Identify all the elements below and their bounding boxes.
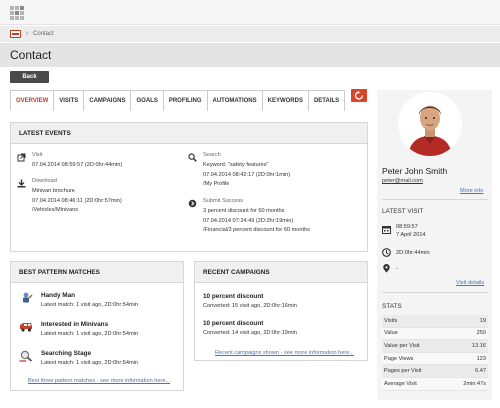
latest-visit-datetime: 08:59:57 7 April 2014 bbox=[396, 223, 426, 239]
tab-details[interactable]: DETAILS bbox=[307, 90, 346, 111]
latest-visit-date: 7 April 2014 bbox=[396, 232, 426, 238]
pattern-matches-more-link[interactable]: Best three pattern matches - see more in… bbox=[28, 378, 170, 384]
more-info-link[interactable]: More info bbox=[460, 188, 483, 194]
stat-value: 19 bbox=[479, 317, 486, 324]
searching-stage-icon bbox=[19, 350, 33, 362]
tab-keywords[interactable]: KEYWORDS bbox=[261, 90, 309, 111]
event-submit: Submit Success 3 percent discount for 60… bbox=[203, 197, 310, 236]
latest-events-heading: LATEST EVENTS bbox=[11, 123, 367, 144]
profile-name: Peter John Smith bbox=[382, 166, 448, 176]
stats-heading: STATS bbox=[382, 303, 402, 310]
pattern-matches-panel: BEST PATTERN MATCHES Handy Man Latest ma… bbox=[10, 261, 184, 391]
event-download-time: 07.04.2014 08:46:11 (2D:0hr:57min) bbox=[32, 197, 122, 204]
refresh-icon bbox=[354, 91, 363, 100]
calendar-icon bbox=[382, 226, 391, 234]
sidebar-divider bbox=[382, 199, 488, 200]
minivan-icon bbox=[20, 323, 32, 332]
submit-success-icon bbox=[188, 199, 197, 208]
event-visit-time: 07.04.2014 08:59:57 (2D:0hr:44min) bbox=[32, 161, 123, 168]
event-download-path: /Vehicles/Minivans bbox=[32, 207, 79, 214]
event-submit-time: 07.04.2014 07:24:49 (2D:2hr:19min) bbox=[203, 217, 294, 224]
download-icon bbox=[17, 179, 26, 188]
event-search: Search Keyword: "safety features" 07.04.… bbox=[203, 151, 290, 190]
stat-label: Average Visit bbox=[384, 380, 417, 387]
tab-campaigns[interactable]: CAMPAIGNS bbox=[83, 90, 132, 111]
stat-row: Pages per Visit 6.47 bbox=[382, 365, 488, 378]
event-search-time: 07.04.2014 08:42:17 (2D:0hr:1min) bbox=[203, 171, 291, 178]
stat-value: 123 bbox=[476, 355, 486, 362]
latest-visit-duration: 2D:0hr:44min bbox=[396, 250, 430, 256]
campaign-title[interactable]: 10 percent discount bbox=[203, 293, 263, 300]
tab-overview[interactable]: OVERVIEW bbox=[10, 90, 55, 111]
event-download-title: Minivan brochure bbox=[32, 187, 75, 194]
tab-profiling[interactable]: PROFILING bbox=[162, 90, 208, 111]
visit-icon bbox=[17, 153, 26, 162]
event-download-label: Download bbox=[32, 178, 57, 184]
pattern-match-sub: Latest match: 1 visit ago, 2D:0hr:54min bbox=[41, 331, 139, 337]
sidebar-divider bbox=[382, 292, 488, 293]
stat-label: Pages per Visit bbox=[384, 368, 422, 375]
latest-visit-time: 08:59:57 bbox=[396, 224, 418, 230]
back-button[interactable]: Back bbox=[10, 71, 49, 83]
stats-table: Visits 19 Value 250 Value per Visit 13.16 P… bbox=[382, 315, 488, 391]
breadcrumb bbox=[0, 26, 500, 42]
pattern-matches-heading: BEST PATTERN MATCHES bbox=[11, 262, 183, 283]
stat-value: 2min:47s bbox=[463, 380, 486, 387]
campaign-sub: Converted: 14 visit ago, 2D:0hr:19min bbox=[203, 330, 297, 336]
event-download: Download Minivan brochure 07.04.2014 08:… bbox=[32, 177, 122, 216]
event-submit-title: 3 percent discount for 60 months bbox=[203, 207, 285, 214]
search-icon bbox=[188, 153, 197, 162]
pattern-match-title: Interested in Minivans bbox=[41, 321, 109, 328]
stat-row: Value per Visit 13.16 bbox=[382, 340, 488, 353]
event-search-label: Search bbox=[203, 152, 221, 158]
breadcrumb-separator: › bbox=[26, 30, 29, 37]
stat-label: Value per Visit bbox=[384, 342, 420, 349]
event-visit: Visit 07.04.2014 08:59:57 (2D:0hr:44min) bbox=[32, 151, 122, 171]
campaign-title[interactable]: 10 percent discount bbox=[203, 320, 263, 327]
tab-goals[interactable]: GOALS bbox=[130, 90, 164, 111]
event-submit-path: /Financial/3 percent discount for 60 mon… bbox=[203, 227, 310, 234]
campaign-sub: Converted: 15 visit ago, 2D:0hr:16min bbox=[203, 303, 297, 309]
app-logo-icon[interactable] bbox=[10, 6, 24, 20]
top-bar bbox=[0, 0, 500, 25]
stat-label: Visits bbox=[384, 317, 398, 324]
stat-label: Page Views bbox=[384, 355, 414, 362]
stat-label: Value bbox=[384, 330, 398, 337]
stat-row: Page Views 123 bbox=[382, 352, 488, 366]
recent-campaigns-panel: RECENT CAMPAIGNS 10 percent discount Con… bbox=[194, 261, 368, 361]
recent-campaigns-heading: RECENT CAMPAIGNS bbox=[195, 262, 367, 283]
stat-row: Visits 19 bbox=[382, 315, 488, 328]
tab-bar: OVERVIEW VISITS CAMPAIGNS GOALS PROFILIN… bbox=[10, 90, 346, 111]
stat-value: 13.16 bbox=[472, 342, 486, 349]
avatar bbox=[398, 92, 462, 156]
tab-visits[interactable]: VISITS bbox=[53, 90, 85, 111]
pattern-match-title: Searching Stage bbox=[41, 350, 92, 357]
latest-visit-heading: LATEST VISIT bbox=[382, 208, 424, 215]
profile-email-link[interactable]: peter@mail.com bbox=[382, 178, 423, 184]
event-search-keyword: Keyword: "safety features" bbox=[203, 161, 269, 168]
pattern-match-title: Handy Man bbox=[41, 292, 76, 299]
event-visit-label: Visit bbox=[32, 152, 43, 158]
stat-row: Value 250 bbox=[382, 327, 488, 341]
title-bar bbox=[0, 43, 500, 67]
contact-card-icon[interactable] bbox=[10, 30, 21, 38]
visit-details-link[interactable]: Visit details bbox=[456, 280, 484, 286]
recent-campaigns-more-link[interactable]: Recent campaigns shown - see more inform… bbox=[215, 350, 354, 356]
stat-row: Average Visit 2min:47s bbox=[382, 377, 488, 391]
stat-value: 6.47 bbox=[475, 368, 486, 375]
event-submit-label: Submit Success bbox=[203, 198, 244, 204]
breadcrumb-current: Contact bbox=[33, 31, 54, 37]
pattern-match-sub: Latest match: 1 visit ago, 2D:0hr:54min bbox=[41, 302, 139, 308]
tab-automations[interactable]: AUTOMATIONS bbox=[206, 90, 263, 111]
refresh-button[interactable] bbox=[351, 89, 367, 102]
pattern-match-sub: Latest match: 1 visit ago, 2D:0hr:54min bbox=[41, 360, 139, 366]
clock-icon bbox=[382, 248, 391, 257]
location-pin-icon bbox=[383, 264, 390, 273]
stat-value: 250 bbox=[476, 330, 486, 337]
page-title: Contact bbox=[10, 48, 52, 62]
handyman-icon bbox=[23, 292, 33, 303]
latest-visit-location: - bbox=[396, 266, 398, 272]
event-search-path: /My Profile bbox=[203, 181, 230, 188]
